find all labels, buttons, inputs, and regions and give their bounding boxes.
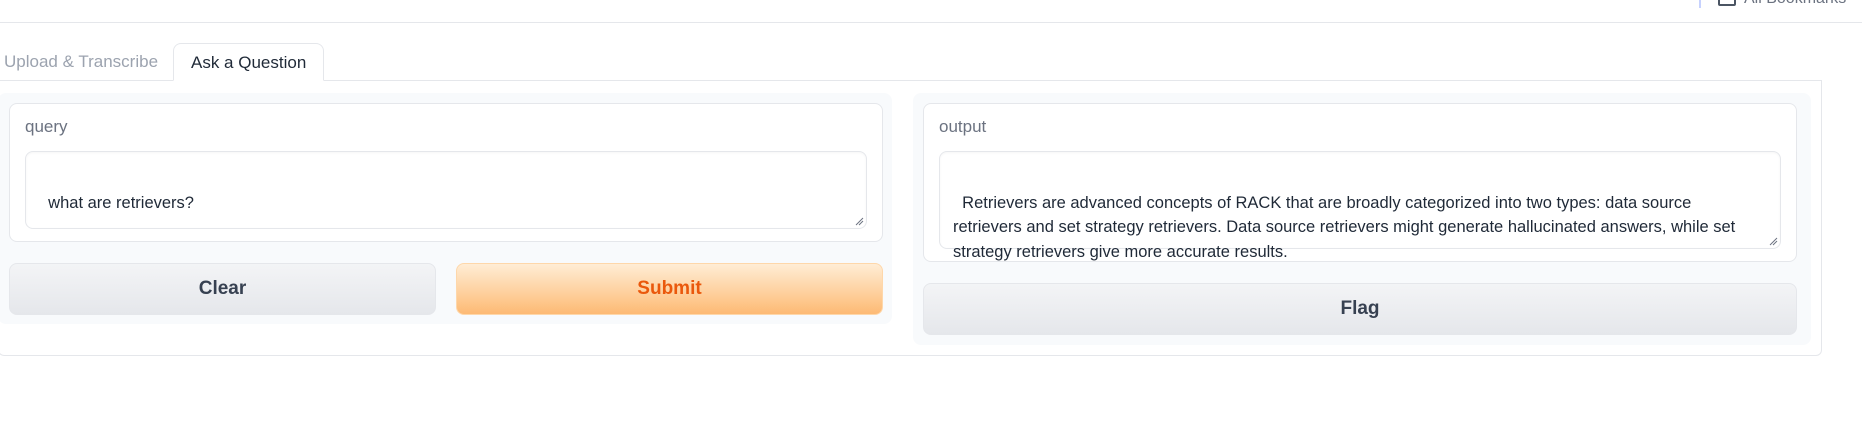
submit-button[interactable]: Submit — [456, 263, 883, 315]
resize-handle-icon[interactable] — [1768, 236, 1778, 246]
bookmarks-bar: All Bookmarks — [0, 0, 1862, 23]
query-value: what are retrievers? — [48, 193, 194, 212]
tab-bar: Upload & Transcribe Ask a Question — [0, 43, 1822, 81]
clear-button[interactable]: Clear — [9, 263, 436, 315]
flag-button[interactable]: Flag — [923, 283, 1797, 335]
tab-upload-transcribe[interactable]: Upload & Transcribe — [0, 43, 175, 80]
output-textarea[interactable]: Retrievers are advanced concepts of RACK… — [939, 151, 1781, 261]
all-bookmarks-button[interactable]: All Bookmarks — [1718, 0, 1846, 8]
query-textarea[interactable]: what are retrievers? — [25, 151, 867, 229]
resize-handle-icon[interactable] — [854, 216, 864, 226]
tab-ask-a-question[interactable]: Ask a Question — [173, 43, 325, 81]
query-label: query — [25, 117, 68, 136]
all-bookmarks-label: All Bookmarks — [1744, 0, 1846, 8]
bookmarks-divider — [1699, 0, 1701, 8]
folder-icon — [1718, 0, 1736, 6]
output-label: output — [939, 117, 987, 136]
